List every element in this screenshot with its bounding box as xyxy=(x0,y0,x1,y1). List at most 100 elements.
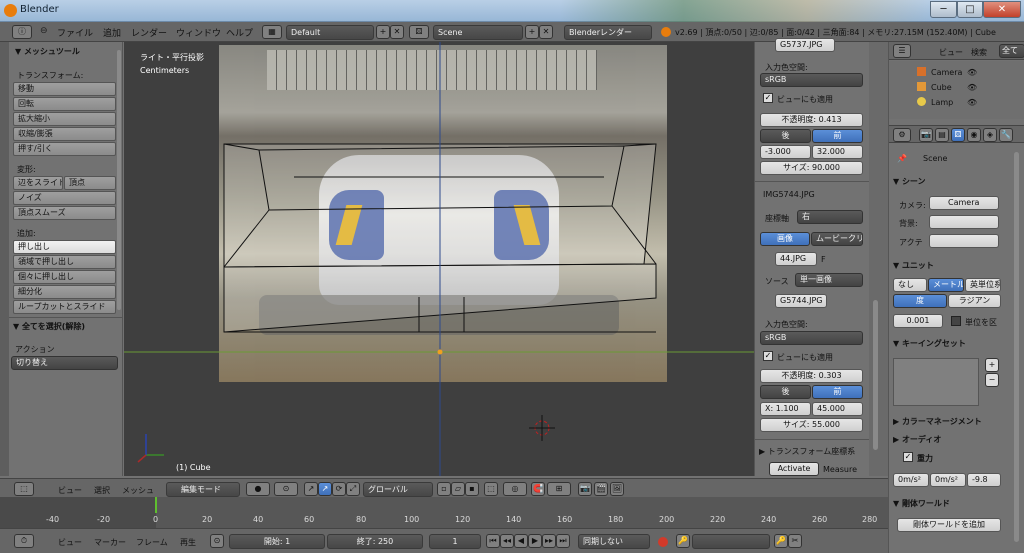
outliner-search-menu[interactable]: 検索 xyxy=(971,47,987,58)
opengl-render-icon[interactable]: 🖼 xyxy=(610,482,624,496)
extrude-region-button[interactable]: 領域で押し出し xyxy=(13,255,116,269)
render-tab-icon[interactable]: 📷 xyxy=(919,128,933,142)
timeline-editor-icon[interactable]: ⏱ xyxy=(14,534,34,548)
insert-keyframe-icon[interactable]: 🔑 xyxy=(774,534,788,548)
pivot-icon[interactable]: ⊙ xyxy=(274,482,298,496)
gravity-header[interactable]: 重力 xyxy=(917,453,933,464)
rotation-degrees-toggle[interactable]: 度 xyxy=(893,294,947,308)
collapse-icon[interactable]: ⊖ xyxy=(40,26,48,36)
mesh-tools-header[interactable]: ▼ メッシュツール xyxy=(15,46,80,57)
gravity-y-field[interactable]: 0m/s² xyxy=(930,473,966,487)
loop-cut-button[interactable]: ループカットとスライド xyxy=(13,300,116,314)
world-tab-icon[interactable]: ◉ xyxy=(967,128,981,142)
current-frame-marker[interactable] xyxy=(155,497,157,513)
layout-add-icon[interactable]: + xyxy=(376,25,390,39)
3d-viewport[interactable]: ライト・平行投影 Centimeters (1) Cube xyxy=(124,42,754,476)
scale-manipulator-icon[interactable]: ⤢ xyxy=(346,482,360,496)
3d-view-menu[interactable]: ビュー xyxy=(58,485,82,496)
view-apply-checkbox-2[interactable]: ✓ xyxy=(763,351,773,361)
pin-icon[interactable]: 📌 xyxy=(897,154,907,163)
size-field-1[interactable]: サイズ: 90.000 xyxy=(760,161,863,175)
snap-element-icon[interactable]: ⊞ xyxy=(547,482,571,496)
transform-orientation-header[interactable]: ▶ トランスフォーム座標系 xyxy=(759,446,855,457)
menu-window[interactable]: ウィンドウ xyxy=(176,26,221,39)
properties-scrollbar[interactable] xyxy=(1014,152,1019,542)
mode-selector[interactable]: 編集モード xyxy=(166,482,240,497)
render-icon[interactable]: 📷 xyxy=(578,482,592,496)
action-selector[interactable]: 切り替え xyxy=(11,356,118,370)
keying-add-icon[interactable]: + xyxy=(985,358,999,372)
timeline[interactable]: -40 -20 0 20 40 60 80 100 120 140 160 18… xyxy=(0,497,888,528)
top-image-file[interactable]: G5737.JPG xyxy=(775,38,835,52)
image-file-3[interactable]: G5744.JPG xyxy=(775,294,827,308)
size-field-2[interactable]: サイズ: 55.000 xyxy=(760,418,863,432)
record-icon[interactable] xyxy=(658,537,668,547)
maximize-button[interactable]: □ xyxy=(957,1,983,18)
offset-y-1[interactable]: 32.000 xyxy=(812,145,863,159)
unit-imperial-toggle[interactable]: 英単位系 xyxy=(965,278,1001,292)
push-pull-button[interactable]: 押す/引く xyxy=(13,142,116,156)
toolshelf-scrollbar[interactable] xyxy=(117,50,121,310)
layers-tab-icon[interactable]: ▤ xyxy=(935,128,949,142)
keying-set-icon[interactable]: 🔑 xyxy=(676,534,690,548)
select-all-header[interactable]: ▼ 全てを選択(解除) xyxy=(13,321,85,332)
timeline-view-menu[interactable]: ビュー xyxy=(58,537,82,548)
keying-sets-list[interactable] xyxy=(893,358,979,406)
props-scrollbar[interactable] xyxy=(873,300,878,450)
scale-button[interactable]: 拡大縮小 xyxy=(13,112,116,126)
unit-none-toggle[interactable]: なし xyxy=(893,278,927,292)
edge-slide-button[interactable]: 辺をスライド xyxy=(13,176,63,190)
layout-selector[interactable]: Default xyxy=(286,25,374,40)
proportional-edit-icon[interactable]: ◎ xyxy=(503,482,527,496)
outliner-view-menu[interactable]: ビュー xyxy=(939,47,963,58)
scene-add-icon[interactable]: + xyxy=(525,25,539,39)
outliner-display-selector[interactable]: 全て xyxy=(999,44,1024,58)
colorspace-selector-1[interactable]: sRGB xyxy=(760,73,863,87)
outliner-item-lamp[interactable]: Lamp xyxy=(931,98,953,107)
shading-icon[interactable]: ● xyxy=(246,482,270,496)
play-icon[interactable]: ▶ xyxy=(528,534,542,548)
extrude-button[interactable]: 押し出し xyxy=(13,240,116,254)
gravity-z-field[interactable]: -9.8 xyxy=(967,473,1001,487)
face-select-icon[interactable]: ▪ xyxy=(465,482,479,496)
subdivide-button[interactable]: 細分化 xyxy=(13,285,116,299)
units-panel-header[interactable]: ▼ ユニット xyxy=(893,260,934,271)
front-toggle-1[interactable]: 前 xyxy=(812,129,863,143)
image-file-2[interactable]: 44.JPG xyxy=(775,252,817,266)
layout-remove-icon[interactable]: ✕ xyxy=(390,25,404,39)
delete-keyframe-icon[interactable]: ✂ xyxy=(788,534,802,548)
menu-help[interactable]: ヘルプ xyxy=(226,26,253,39)
scene-icon[interactable]: ⚄ xyxy=(409,25,429,39)
offset-y-2[interactable]: 45.000 xyxy=(812,402,863,416)
color-management-header[interactable]: ▶ カラーマネージメント xyxy=(893,416,982,427)
close-button[interactable]: ✕ xyxy=(983,1,1021,18)
start-frame-field[interactable]: 開始: 1 xyxy=(229,534,325,549)
back-toggle-2[interactable]: 後 xyxy=(760,385,811,399)
separate-units-checkbox[interactable] xyxy=(951,316,961,326)
offset-x-2[interactable]: X: 1.100 xyxy=(760,402,811,416)
active-clip-field[interactable] xyxy=(929,234,999,248)
activate-button[interactable]: Activate xyxy=(769,462,819,476)
3d-mesh-menu[interactable]: メッシュ xyxy=(122,485,154,496)
occlude-icon[interactable]: ⬚ xyxy=(484,482,498,496)
manipulator-icon[interactable]: ↗ xyxy=(304,482,318,496)
vertex-select-icon[interactable]: ▫ xyxy=(437,482,451,496)
jump-keyframe-forward-icon[interactable]: ▸▸ xyxy=(542,534,556,548)
rotation-radians-toggle[interactable]: ラジアン xyxy=(948,294,1001,308)
front-toggle-2[interactable]: 前 xyxy=(812,385,863,399)
scene-panel-header[interactable]: ▼ シーン xyxy=(893,176,926,187)
jump-start-icon[interactable]: ⏮ xyxy=(486,534,500,548)
active-keying-set-field[interactable] xyxy=(692,534,770,549)
add-rigid-body-world-button[interactable]: 剛体ワールドを追加 xyxy=(897,518,1001,532)
jump-end-icon[interactable]: ⏭ xyxy=(556,534,570,548)
end-frame-field[interactable]: 終了: 250 xyxy=(327,534,423,549)
edge-select-icon[interactable]: ▱ xyxy=(451,482,465,496)
timeline-playback-menu[interactable]: 再生 xyxy=(180,537,196,548)
render-engine-selector[interactable]: Blenderレンダー xyxy=(564,25,652,40)
rotate-manipulator-icon[interactable]: ⟳ xyxy=(332,482,346,496)
axis-selector[interactable]: 右 xyxy=(797,210,863,224)
properties-editor-icon[interactable]: ⚙ xyxy=(893,128,911,142)
fake-user-label[interactable]: F xyxy=(821,255,826,264)
outliner-item-cube[interactable]: Cube xyxy=(931,83,952,92)
scene-remove-icon[interactable]: ✕ xyxy=(539,25,553,39)
